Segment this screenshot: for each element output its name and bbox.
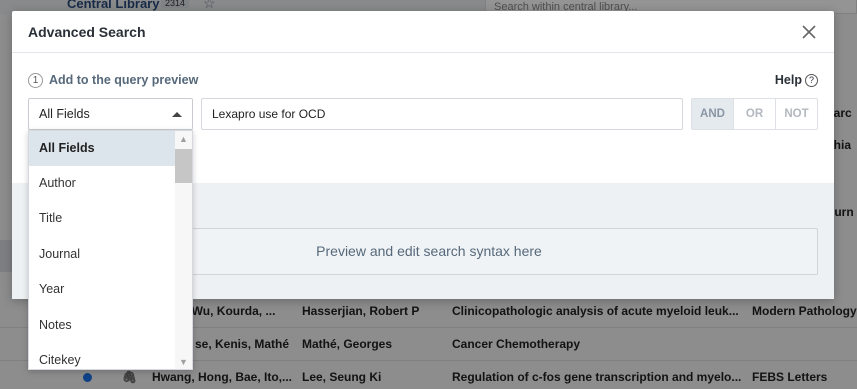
boolean-operator-group: AND OR NOT (691, 98, 818, 130)
step-number-badge: 1 (28, 73, 43, 89)
step-label: Add to the query preview (49, 73, 199, 87)
dropdown-option[interactable]: Author (29, 166, 176, 201)
dropdown-option[interactable]: Title (29, 201, 176, 236)
field-dropdown-list: All Fields Author Title Journal Year Not… (28, 130, 193, 370)
dropdown-option[interactable]: Notes (29, 308, 176, 343)
help-link[interactable]: Help? (774, 73, 818, 88)
question-icon: ? (805, 74, 818, 88)
chevron-down-icon[interactable]: ▼ (179, 358, 188, 367)
dropdown-option[interactable]: Citekey (29, 343, 176, 369)
not-button[interactable]: NOT (776, 99, 817, 129)
help-label: Help (774, 73, 802, 87)
chevron-up-icon[interactable]: ▲ (179, 135, 188, 144)
scrollbar-thumb[interactable] (175, 149, 192, 183)
dropdown-option[interactable]: Journal (29, 237, 176, 272)
query-input[interactable] (201, 98, 683, 130)
caret-up-icon (172, 112, 182, 117)
dropdown-scrollbar[interactable]: ▲ ▼ (175, 131, 192, 369)
close-icon[interactable] (800, 23, 818, 41)
dropdown-option[interactable]: All Fields (29, 131, 176, 166)
dropdown-option[interactable]: Year (29, 272, 176, 307)
dialog-title: Advanced Search (28, 24, 146, 40)
dialog-header: Advanced Search (12, 11, 834, 53)
or-button[interactable]: OR (734, 99, 776, 129)
step-heading: 1 Add to the query preview (28, 73, 199, 89)
and-button[interactable]: AND (692, 99, 734, 129)
field-select-value: All Fields (39, 107, 90, 121)
field-select[interactable]: All Fields (28, 98, 193, 130)
